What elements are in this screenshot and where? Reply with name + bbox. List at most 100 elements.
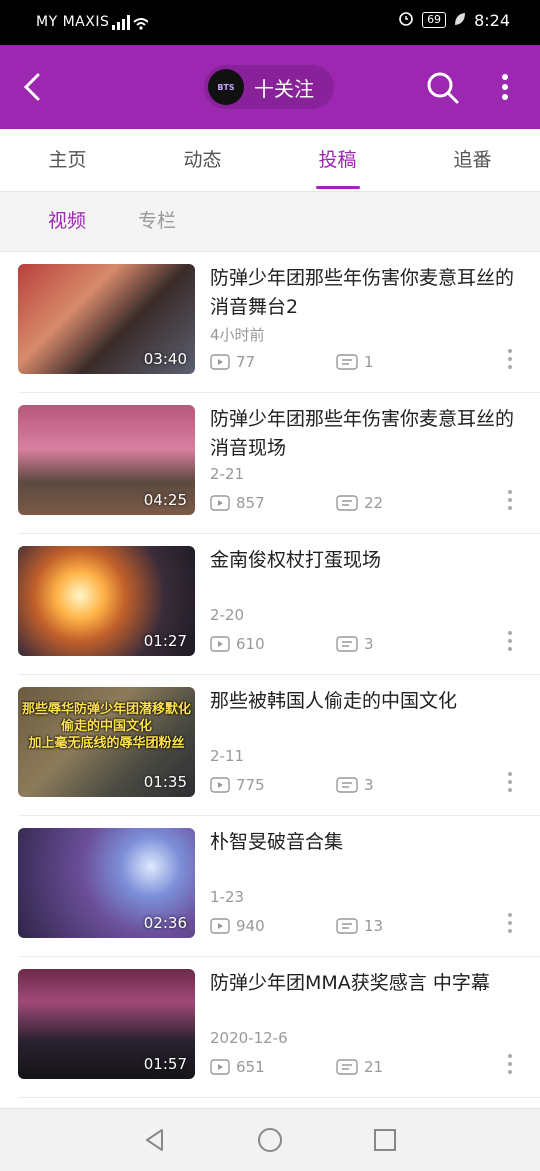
play-count-value: 857: [236, 494, 265, 512]
duration-label: 01:35: [143, 773, 187, 791]
tab-following-series[interactable]: 追番: [405, 129, 540, 191]
carrier-label: MY MAXIS: [36, 14, 110, 30]
tab-following-series-label: 追番: [453, 149, 492, 171]
comment-count-value: 21: [364, 1058, 384, 1076]
play-count-value: 610: [236, 635, 265, 653]
system-nav-bar: [0, 1108, 540, 1171]
video-title[interactable]: 金南俊权杖打蛋现场: [210, 546, 530, 575]
comment-count-icon: [336, 495, 358, 511]
list-item[interactable]: 01:27 金南俊权杖打蛋现场 2-20 610 3: [18, 534, 540, 675]
list-item[interactable]: 03:40 防弹少年团那些年伤害你麦意耳丝的消音舞台2 4小时前 77 1: [18, 252, 540, 393]
comment-count-value: 3: [364, 635, 374, 653]
play-count: 651: [210, 1058, 265, 1076]
play-count-icon: [210, 354, 230, 370]
signal-icon: [112, 13, 149, 35]
home-circle-icon[interactable]: [257, 1127, 283, 1157]
comment-count-value: 1: [364, 353, 374, 371]
video-title[interactable]: 防弹少年团那些年伤害你麦意耳丝的消音舞台2: [210, 264, 530, 322]
video-thumbnail[interactable]: 04:25: [18, 405, 195, 515]
comment-count: 3: [336, 776, 374, 794]
subtab-column[interactable]: 专栏: [138, 192, 176, 251]
comment-count-icon: [336, 354, 358, 370]
play-count: 610: [210, 635, 265, 653]
video-title[interactable]: 防弹少年团MMA获奖感言 中字幕: [210, 969, 530, 998]
play-count: 940: [210, 917, 265, 935]
play-count-value: 940: [236, 917, 265, 935]
comment-count-icon: [336, 777, 358, 793]
play-count: 857: [210, 494, 265, 512]
more-options-icon[interactable]: [506, 1053, 514, 1079]
thumbnail-caption-line: 那些辱华防弹少年团潜移默化: [21, 702, 191, 717]
list-item[interactable]: 那些辱华防弹少年团潜移默化 偷走的中国文化 加上毫无底线的辱华团粉丝 01:35…: [18, 675, 540, 816]
video-thumbnail[interactable]: 01:57: [18, 969, 195, 1079]
sub-tabs: 视频 专栏: [0, 192, 540, 252]
tab-submissions[interactable]: 投稿: [270, 129, 405, 191]
comment-count: 3: [336, 635, 374, 653]
list-item[interactable]: 04:25 防弹少年团那些年伤害你麦意耳丝的消音现场 2-21 857 22: [18, 393, 540, 534]
follow-label: 十关注: [254, 76, 314, 101]
play-count: 77: [210, 353, 255, 371]
comment-count: 22: [336, 494, 383, 512]
video-date: 2-21: [210, 465, 245, 483]
comment-count: 21: [336, 1058, 383, 1076]
video-thumbnail[interactable]: 02:36: [18, 828, 195, 938]
more-options-icon[interactable]: [506, 912, 514, 938]
thumbnail-caption-line: 加上毫无底线的辱华团粉丝: [28, 736, 185, 751]
search-icon[interactable]: [426, 71, 460, 109]
clock: 8:24: [474, 10, 510, 30]
alarm-icon: [398, 10, 414, 30]
tab-submissions-label: 投稿: [318, 149, 357, 171]
play-count-icon: [210, 777, 230, 793]
comment-count-value: 13: [364, 917, 384, 935]
play-count-value: 775: [236, 776, 265, 794]
duration-label: 02:36: [143, 914, 187, 932]
comment-count: 13: [336, 917, 383, 935]
play-count: 775: [210, 776, 265, 794]
video-title[interactable]: 那些被韩国人偷走的中国文化: [210, 687, 530, 716]
more-vertical-icon[interactable]: [498, 71, 512, 107]
more-options-icon[interactable]: [506, 771, 514, 797]
tab-dynamic[interactable]: 动态: [135, 129, 270, 191]
video-date: 4小时前: [210, 326, 265, 344]
back-arrow-icon[interactable]: [20, 71, 46, 107]
list-item[interactable]: 01:57 防弹少年团MMA获奖感言 中字幕 2020-12-6 651 21: [18, 957, 540, 1098]
comment-count-value: 3: [364, 776, 374, 794]
status-bar: MY MAXIS 69 8:24: [0, 0, 540, 45]
tab-indicator: [315, 186, 360, 189]
comment-count-icon: [336, 918, 358, 934]
app-bar: BTS 十关注: [0, 45, 540, 129]
tab-dynamic-label: 动态: [183, 149, 222, 171]
subtab-video[interactable]: 视频: [48, 192, 86, 251]
more-options-icon[interactable]: [506, 348, 514, 374]
play-count-icon: [210, 918, 230, 934]
video-thumbnail[interactable]: 03:40: [18, 264, 195, 374]
video-date: 2-20: [210, 606, 245, 624]
list-item[interactable]: 02:36 朴智旻破音合集 1-23 940 13: [18, 816, 540, 957]
tab-home-label: 主页: [48, 149, 87, 171]
profile-tabs: 主页 动态 投稿 追番: [0, 129, 540, 192]
play-count-icon: [210, 636, 230, 652]
more-options-icon[interactable]: [506, 630, 514, 656]
video-title[interactable]: 朴智旻破音合集: [210, 828, 530, 857]
duration-label: 03:40: [143, 350, 187, 368]
comment-count-value: 22: [364, 494, 384, 512]
comment-count-icon: [336, 1059, 358, 1075]
video-thumbnail[interactable]: 01:27: [18, 546, 195, 656]
video-thumbnail[interactable]: 那些辱华防弹少年团潜移默化 偷走的中国文化 加上毫无底线的辱华团粉丝 01:35: [18, 687, 195, 797]
tab-home[interactable]: 主页: [0, 129, 135, 191]
back-triangle-icon[interactable]: [142, 1127, 168, 1157]
avatar-logo: BTS: [217, 82, 235, 92]
avatar[interactable]: BTS: [208, 69, 244, 105]
leaf-icon: [454, 11, 466, 30]
duration-label: 01:57: [143, 1055, 187, 1073]
battery-icon: 69: [422, 12, 447, 28]
comment-count: 1: [336, 353, 374, 371]
thumbnail-caption: 那些辱华防弹少年团潜移默化 偷走的中国文化 加上毫无底线的辱华团粉丝: [18, 701, 195, 752]
recents-square-icon[interactable]: [372, 1127, 398, 1157]
follow-button[interactable]: BTS 十关注: [204, 65, 334, 109]
duration-label: 04:25: [143, 491, 187, 509]
more-options-icon[interactable]: [506, 489, 514, 515]
video-date: 2020-12-6: [210, 1029, 288, 1047]
comment-count-icon: [336, 636, 358, 652]
video-title[interactable]: 防弹少年团那些年伤害你麦意耳丝的消音现场: [210, 405, 530, 463]
